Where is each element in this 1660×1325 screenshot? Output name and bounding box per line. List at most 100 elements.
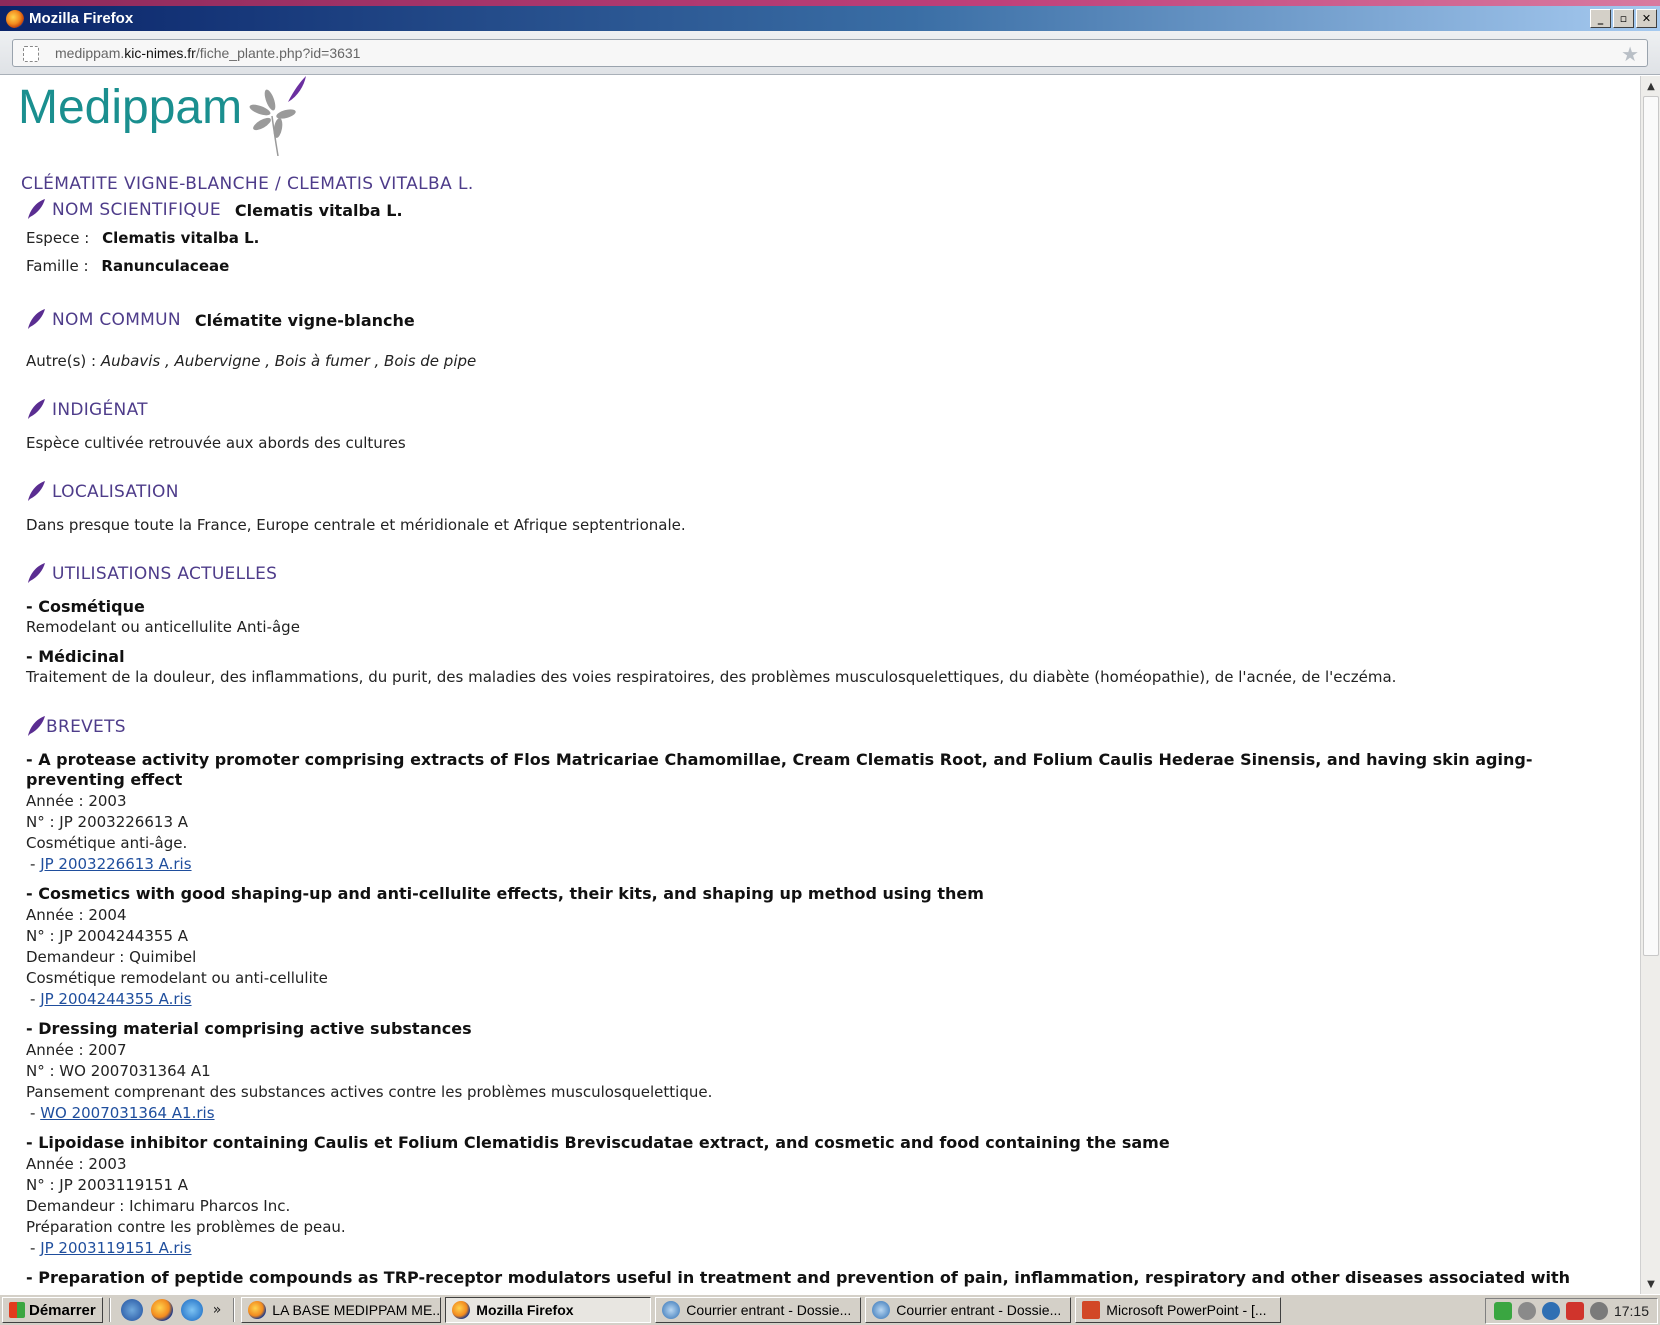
section-localisation: LOCALISATION (26, 480, 179, 502)
espece-label: Espece : (26, 229, 90, 247)
section-nom-commun: NOM COMMUN Clématite vigne-blanche (26, 308, 415, 330)
url-prefix: medippam. (55, 45, 125, 61)
autres-line: Autre(s) : Aubavis , Aubervigne , Bois à… (26, 352, 476, 370)
medicinal-text: Traitement de la douleur, des inflammati… (26, 668, 1397, 686)
patent-ris-link[interactable]: JP 2003226613 A.ris (40, 855, 191, 873)
url-bar[interactable]: medippam.kic-nimes.fr/fiche_plante.php?i… (12, 39, 1648, 67)
flower-logo-icon (249, 76, 307, 156)
mail-icon (662, 1301, 681, 1319)
patent-link-row: - JP 2003226613 A.ris (30, 855, 192, 873)
start-button[interactable]: Démarrer (2, 1297, 103, 1323)
section-indigenat: INDIGÉNAT (26, 398, 148, 420)
logo-text: Medippam (18, 81, 243, 134)
feather-icon (28, 199, 45, 219)
quicklaunch-more-chevron-icon[interactable]: » (213, 1302, 222, 1318)
window-titlebar[interactable]: Mozilla Firefox _ ▫ ✕ (0, 6, 1660, 31)
feather-icon (28, 481, 45, 501)
section-brevets: BREVETS (26, 715, 126, 737)
bookmark-star-icon[interactable]: ★ (1621, 42, 1639, 66)
section-nom-scientifique: NOM SCIENTIFIQUE Clematis vitalba L. (26, 198, 403, 220)
feather-icon (28, 563, 45, 583)
network-icon[interactable] (1493, 1302, 1512, 1320)
feather-icon (28, 309, 45, 329)
page-identity-icon[interactable] (23, 46, 39, 62)
start-label: Démarrer (29, 1301, 96, 1319)
indigenat-text: Espèce cultivée retrouvée aux abords des… (26, 434, 406, 452)
quicklaunch-explorer-icon[interactable] (120, 1299, 143, 1321)
patent-annee: Année : 2004 (26, 906, 127, 924)
url-text[interactable]: medippam.kic-nimes.fr/fiche_plante.php?i… (55, 45, 360, 61)
sync-icon[interactable] (1589, 1302, 1608, 1320)
scroll-down-arrow-icon[interactable]: ▼ (1642, 1275, 1660, 1293)
maximize-button[interactable]: ▫ (1613, 9, 1634, 28)
section-label: UTILISATIONS ACTUELLES (52, 564, 278, 584)
patent-link-row: - WO 2007031364 A1.ris (30, 1104, 215, 1122)
patent-title: - A protease activity promoter comprisin… (26, 750, 1533, 789)
gear-icon[interactable] (1517, 1302, 1536, 1320)
navigation-toolbar: medippam.kic-nimes.fr/fiche_plante.php?i… (0, 31, 1660, 75)
patent-link-row: - JP 2004244355 A.ris (30, 990, 192, 1008)
famille-value: Ranunculaceae (101, 257, 230, 275)
vertical-scrollbar[interactable]: ▲ ▼ (1640, 76, 1660, 1294)
patent-numero: N° : JP 2003226613 A (26, 813, 189, 831)
patent-demandeur: Demandeur : Quimibel (26, 948, 197, 966)
section-label: BREVETS (46, 717, 126, 737)
task-label: LA BASE MEDIPPAM ME... (272, 1302, 442, 1318)
patent-numero: N° : JP 2004244355 A (26, 927, 189, 945)
feather-icon (28, 399, 45, 419)
link-prefix: - (30, 1239, 41, 1257)
task-label: Mozilla Firefox (476, 1302, 574, 1318)
quicklaunch-ie-icon[interactable] (180, 1299, 203, 1321)
quicklaunch-firefox-icon[interactable] (150, 1299, 173, 1321)
autres-label: Autre(s) : (26, 352, 97, 370)
minimize-button[interactable]: _ (1590, 9, 1611, 28)
system-tray: 17:15 (1484, 1298, 1658, 1324)
globe-icon[interactable] (1541, 1302, 1560, 1320)
medippam-logo[interactable]: Medippam (18, 76, 310, 162)
patent-description: Cosmétique anti-âge. (26, 834, 188, 852)
patent-title: - Preparation of peptide compounds as TR… (26, 1268, 1571, 1287)
patent-annee: Année : 2003 (26, 792, 127, 810)
close-button[interactable]: ✕ (1636, 9, 1657, 28)
patent-numero: N° : JP 2003119151 A (26, 1176, 189, 1194)
scrollbar-thumb[interactable] (1643, 96, 1659, 956)
link-prefix: - (30, 990, 41, 1008)
patent-ris-link[interactable]: WO 2007031364 A1.ris (40, 1104, 214, 1122)
section-label: NOM SCIENTIFIQUE (52, 200, 221, 220)
patent-description: Pansement comprenant des substances acti… (26, 1083, 713, 1101)
taskbar-separator (233, 1298, 236, 1322)
task-label: Courrier entrant - Dossie... (896, 1302, 1062, 1318)
patent-description: Préparation contre les problèmes de peau… (26, 1218, 346, 1236)
famille-label: Famille : (26, 257, 89, 275)
common-name-value: Clématite vigne-blanche (194, 311, 415, 330)
localisation-text: Dans presque toute la France, Europe cen… (26, 516, 686, 534)
patent-title: - Cosmetics with good shaping-up and ant… (26, 884, 984, 903)
task-medippam[interactable]: LA BASE MEDIPPAM ME... (241, 1297, 442, 1323)
patent-link-row: - JP 2003119151 A.ris (30, 1239, 192, 1257)
scroll-up-arrow-icon[interactable]: ▲ (1642, 77, 1660, 95)
clock[interactable]: 17:15 (1614, 1303, 1649, 1319)
autres-value: Aubavis , Aubervigne , Bois à fumer , Bo… (100, 352, 477, 370)
firefox-icon (248, 1301, 267, 1319)
task-courrier-2[interactable]: Courrier entrant - Dossie... (865, 1297, 1072, 1323)
patent-ris-link[interactable]: JP 2003119151 A.ris (40, 1239, 191, 1257)
link-prefix: - (30, 1104, 41, 1122)
windows-taskbar: Démarrer » LA BASE MEDIPPAM ME... Mozill… (0, 1294, 1660, 1325)
windows-logo-icon (9, 1302, 25, 1318)
section-label: LOCALISATION (52, 482, 179, 502)
feather-icon (28, 716, 45, 736)
window-title: Mozilla Firefox (29, 10, 134, 27)
patent-ris-link[interactable]: JP 2004244355 A.ris (40, 990, 191, 1008)
taskbar-separator (108, 1298, 111, 1322)
task-courrier-1[interactable]: Courrier entrant - Dossie... (655, 1297, 862, 1323)
powerpoint-icon (1082, 1301, 1101, 1319)
patent-title: - Dressing material comprising active su… (26, 1019, 472, 1038)
espece-value: Clematis vitalba L. (102, 229, 260, 247)
task-label: Microsoft PowerPoint - [... (1106, 1302, 1267, 1318)
task-mozilla-firefox[interactable]: Mozilla Firefox (445, 1297, 652, 1323)
firefox-icon (452, 1301, 471, 1319)
page-title: CLÉMATITE VIGNE-BLANCHE / CLEMATIS VITAL… (21, 174, 474, 194)
firefox-icon (6, 9, 24, 28)
task-powerpoint[interactable]: Microsoft PowerPoint - [... (1075, 1297, 1282, 1323)
shield-icon[interactable] (1565, 1302, 1584, 1320)
